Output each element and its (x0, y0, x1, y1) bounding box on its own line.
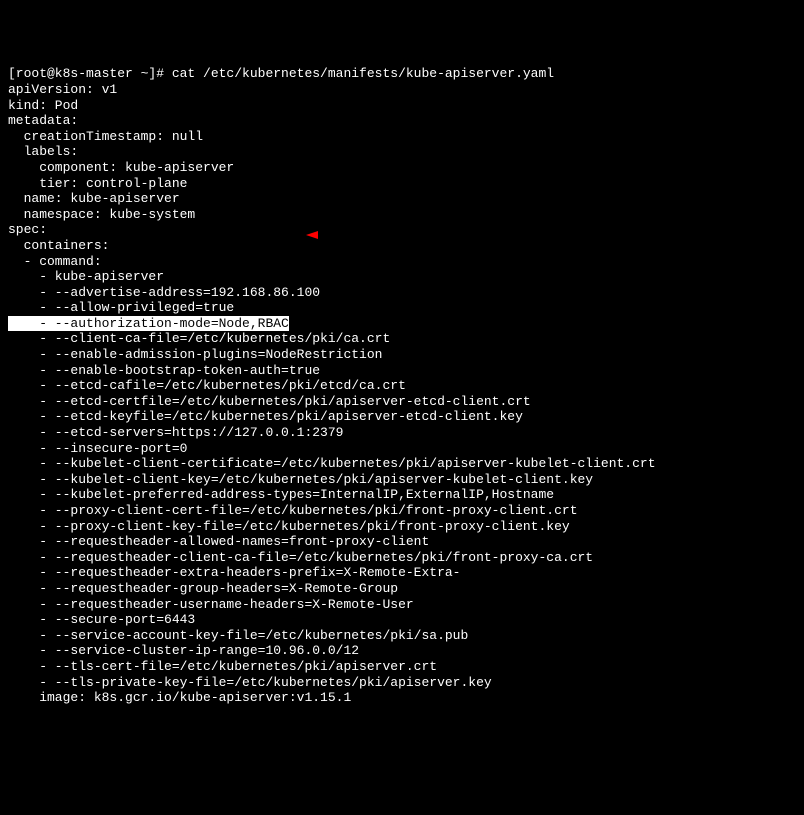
terminal-line: - --secure-port=6443 (8, 612, 796, 628)
terminal-line: - --kubelet-client-key=/etc/kubernetes/p… (8, 472, 796, 488)
terminal-line: spec: (8, 222, 796, 238)
terminal-line: - --tls-private-key-file=/etc/kubernetes… (8, 675, 796, 691)
terminal-line: - --client-ca-file=/etc/kubernetes/pki/c… (8, 331, 796, 347)
terminal-line: - --kubelet-preferred-address-types=Inte… (8, 487, 796, 503)
terminal-line: - --enable-admission-plugins=NodeRestric… (8, 347, 796, 363)
terminal-line: - --etcd-certfile=/etc/kubernetes/pki/ap… (8, 394, 796, 410)
terminal-line: image: k8s.gcr.io/kube-apiserver:v1.15.1 (8, 690, 796, 706)
terminal-line: - --allow-privileged=true (8, 300, 796, 316)
terminal-line: - --requestheader-client-ca-file=/etc/ku… (8, 550, 796, 566)
terminal-line: namespace: kube-system (8, 207, 796, 223)
terminal-line: - --tls-cert-file=/etc/kubernetes/pki/ap… (8, 659, 796, 675)
highlighted-line: - --authorization-mode=Node,RBAC (8, 316, 796, 332)
terminal-output: [root@k8s-master ~]# cat /etc/kubernetes… (8, 66, 796, 705)
terminal-line: kind: Pod (8, 98, 796, 114)
terminal-line: - --requestheader-username-headers=X-Rem… (8, 597, 796, 613)
terminal-line: apiVersion: v1 (8, 82, 796, 98)
terminal-line: - --enable-bootstrap-token-auth=true (8, 363, 796, 379)
terminal-line: - --proxy-client-key-file=/etc/kubernete… (8, 519, 796, 535)
terminal-line: - --requestheader-group-headers=X-Remote… (8, 581, 796, 597)
terminal-line: - --proxy-client-cert-file=/etc/kubernet… (8, 503, 796, 519)
terminal-line: - --requestheader-extra-headers-prefix=X… (8, 565, 796, 581)
terminal-line: containers: (8, 238, 796, 254)
terminal-line: - kube-apiserver (8, 269, 796, 285)
terminal-line: - --service-account-key-file=/etc/kubern… (8, 628, 796, 644)
terminal-line: - --etcd-cafile=/etc/kubernetes/pki/etcd… (8, 378, 796, 394)
terminal-line: metadata: (8, 113, 796, 129)
terminal-line: - --service-cluster-ip-range=10.96.0.0/1… (8, 643, 796, 659)
terminal-line: component: kube-apiserver (8, 160, 796, 176)
terminal-line: creationTimestamp: null (8, 129, 796, 145)
terminal-line: name: kube-apiserver (8, 191, 796, 207)
terminal-line: tier: control-plane (8, 176, 796, 192)
terminal-line: - --kubelet-client-certificate=/etc/kube… (8, 456, 796, 472)
terminal-line: - --advertise-address=192.168.86.100 (8, 285, 796, 301)
terminal-line: - --insecure-port=0 (8, 441, 796, 457)
terminal-line: - command: (8, 254, 796, 270)
highlighted-config-line: - --authorization-mode=Node,RBAC (8, 316, 289, 331)
terminal-line: labels: (8, 144, 796, 160)
terminal-line: - --etcd-servers=https://127.0.0.1:2379 (8, 425, 796, 441)
shell-prompt-line: [root@k8s-master ~]# cat /etc/kubernetes… (8, 66, 796, 82)
terminal-line: - --requestheader-allowed-names=front-pr… (8, 534, 796, 550)
terminal-line: - --etcd-keyfile=/etc/kubernetes/pki/api… (8, 409, 796, 425)
